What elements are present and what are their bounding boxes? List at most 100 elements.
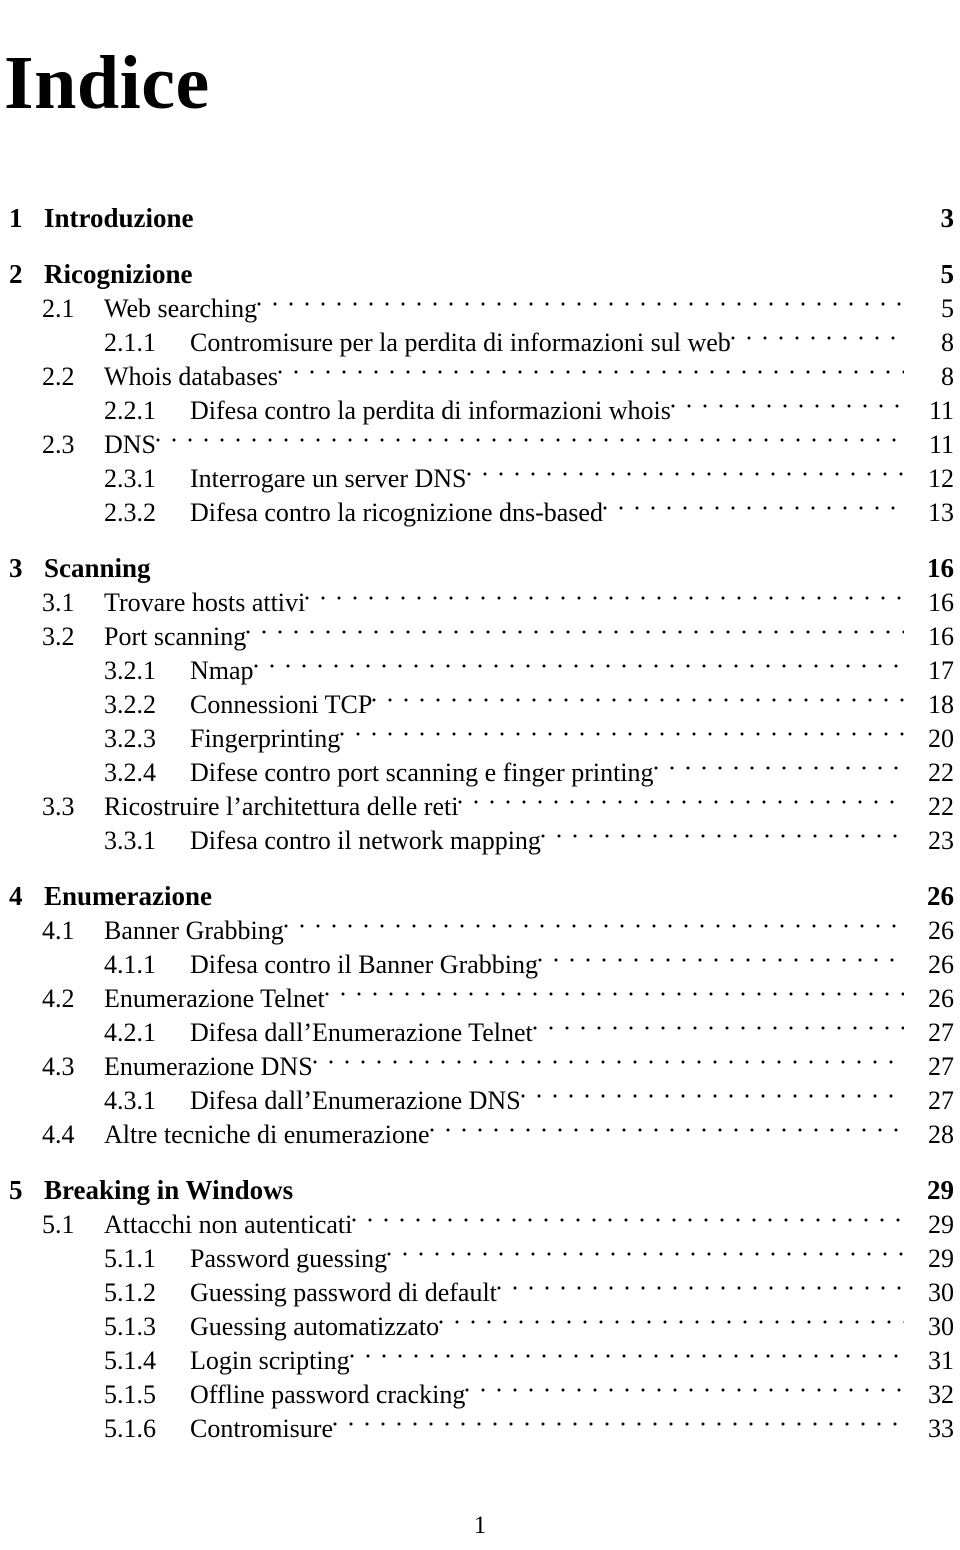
toc-dot-leader-dots (670, 404, 904, 408)
toc-dot-leader-dots (458, 800, 904, 804)
toc-entry-label: Enumerazione (44, 881, 212, 911)
toc-entry-number: 3.3 (42, 792, 75, 821)
toc-dot-leader-dots (653, 766, 904, 770)
toc-entry-page-number: 26 (928, 984, 954, 1013)
toc-entry-page-number: 11 (928, 396, 954, 425)
toc-dot-leader-dots (293, 1184, 904, 1188)
toc-dot-leader-dots (253, 664, 904, 668)
toc-entry-label: Fingerprinting (190, 724, 341, 753)
toc-dot-leader-dots (429, 1128, 904, 1132)
toc-entry-label: Difesa contro la ricognizione dns-based (190, 498, 603, 527)
toc-dot-leader (212, 871, 904, 905)
toc-dot-leader (246, 611, 904, 645)
toc-entry-label: Ricognizione (44, 259, 193, 289)
toc-entry-page-number: 26 (927, 881, 954, 911)
toc-entry-page-number: 29 (928, 1244, 954, 1273)
toc-entry-page-number: 8 (941, 362, 954, 391)
toc-entry-label: Banner Grabbing (104, 916, 284, 945)
toc-chapter-entry[interactable]: 1 Introduzione 3 (0, 193, 960, 233)
toc-entry-page-number: 26 (928, 950, 954, 979)
toc-dot-leader-dots (283, 924, 904, 928)
toc-entry-number: 2.2 (42, 362, 75, 391)
toc-entry-number: 4.4 (42, 1120, 75, 1149)
toc-chapter-entry[interactable]: 2 Ricognizione 5 (0, 249, 960, 289)
toc-dot-leader (520, 1075, 904, 1109)
toc-dot-leader (194, 193, 904, 227)
toc-dot-leader (305, 577, 904, 611)
toc-dot-leader-dots (156, 438, 904, 442)
toc-dot-leader-dots (193, 268, 905, 272)
document-page: Indice 1 Introduzione 3 2 Ricognizione 5 2.1 We… (0, 0, 960, 1550)
toc-entry-number: 5.1.6 (104, 1414, 156, 1443)
toc-dot-leader (466, 453, 904, 487)
toc-entry-page-number: 27 (928, 1052, 954, 1081)
toc-entry-number: 4.1 (42, 916, 75, 945)
toc-dot-leader-dots (212, 890, 904, 894)
toc-dot-leader-dots (538, 958, 904, 962)
toc-entry-number: 5.1.5 (104, 1380, 156, 1409)
page-title: Indice (4, 40, 210, 125)
toc-entry-number: 5.1.1 (104, 1244, 156, 1273)
toc-entry-page-number: 5 (941, 294, 954, 323)
toc-entry-number: 4.3 (42, 1052, 75, 1081)
toc-chapter-entry[interactable]: 5 Breaking in Windows 29 (0, 1165, 960, 1205)
toc-dot-leader (324, 973, 904, 1007)
toc-entry-label: Interrogare un server DNS (190, 464, 467, 493)
toc-entry-page-number: 5 (940, 259, 955, 289)
toc-dot-leader-dots (532, 1026, 904, 1030)
toc-dot-leader-dots (257, 302, 904, 306)
toc-entry-label: Whois databases (104, 362, 279, 391)
toc-entry-number: 3 (9, 553, 23, 583)
toc-entry-label: Web searching (104, 294, 258, 323)
table-of-contents: 1 Introduzione 3 2 Ricognizione 5 2.1 Web searc… (0, 193, 960, 1443)
toc-entry-label: Nmap (190, 656, 254, 685)
toc-entry-number: 2.3 (42, 430, 75, 459)
toc-dot-leader (429, 1109, 904, 1143)
toc-dot-leader-dots (194, 212, 904, 216)
toc-entry-page-number: 26 (928, 916, 954, 945)
toc-entry-number: 5.1.4 (104, 1346, 156, 1375)
toc-entry-label: Port scanning (104, 622, 247, 651)
toc-entry-number: 1 (9, 203, 23, 233)
toc-entry-label: Contromisure (190, 1414, 333, 1443)
toc-entry-page-number: 31 (928, 1346, 954, 1375)
toc-entry-page-number: 32 (928, 1380, 954, 1409)
toc-entry-page-number: 29 (928, 1210, 954, 1239)
toc-dot-leader-dots (352, 1218, 904, 1222)
toc-entry-number: 3.3.1 (104, 826, 156, 855)
toc-entry-number: 2.1.1 (104, 328, 156, 357)
toc-dot-leader-dots (246, 630, 904, 634)
toc-dot-leader (538, 939, 904, 973)
toc-entry-page-number: 33 (928, 1414, 954, 1443)
toc-dot-leader (349, 1335, 904, 1369)
toc-dot-leader-dots (372, 698, 904, 702)
toc-dot-leader (253, 645, 904, 679)
toc-entry-number: 4.1.1 (104, 950, 156, 979)
toc-dot-leader (465, 1369, 904, 1403)
toc-entry-number: 5.1 (42, 1210, 75, 1239)
toc-entry-number: 2.1 (42, 294, 75, 323)
toc-entry-number: 4 (9, 881, 23, 911)
toc-entry-label: Ricostruire l’architettura delle reti (104, 792, 459, 821)
toc-entry-number: 3.2 (42, 622, 75, 651)
toc-dot-leader (387, 1233, 904, 1267)
toc-dot-leader (151, 543, 904, 577)
toc-chapter-entry[interactable]: 3 Scanning 16 (0, 543, 960, 583)
toc-dot-leader-dots (465, 1388, 904, 1392)
toc-entry-page-number: 11 (928, 430, 954, 459)
toc-dot-leader (156, 419, 904, 453)
toc-chapter-entry[interactable]: 4 Enumerazione 26 (0, 871, 960, 911)
toc-dot-leader-dots (387, 1252, 904, 1256)
toc-dot-leader (496, 1267, 904, 1301)
toc-dot-leader-dots (602, 506, 904, 510)
toc-dot-leader-dots (730, 336, 904, 340)
toc-entry-number: 3.2.2 (104, 690, 156, 719)
toc-dot-leader-dots (333, 1422, 904, 1426)
toc-entry-label: Attacchi non autenticati (104, 1210, 353, 1239)
toc-dot-leader (730, 317, 904, 351)
toc-entry-page-number: 27 (928, 1086, 954, 1115)
toc-entry-page-number: 8 (941, 328, 954, 357)
toc-entry-page-number: 29 (927, 1175, 954, 1205)
toc-entry-number: 3.2.3 (104, 724, 156, 753)
toc-dot-leader-dots (340, 732, 904, 736)
